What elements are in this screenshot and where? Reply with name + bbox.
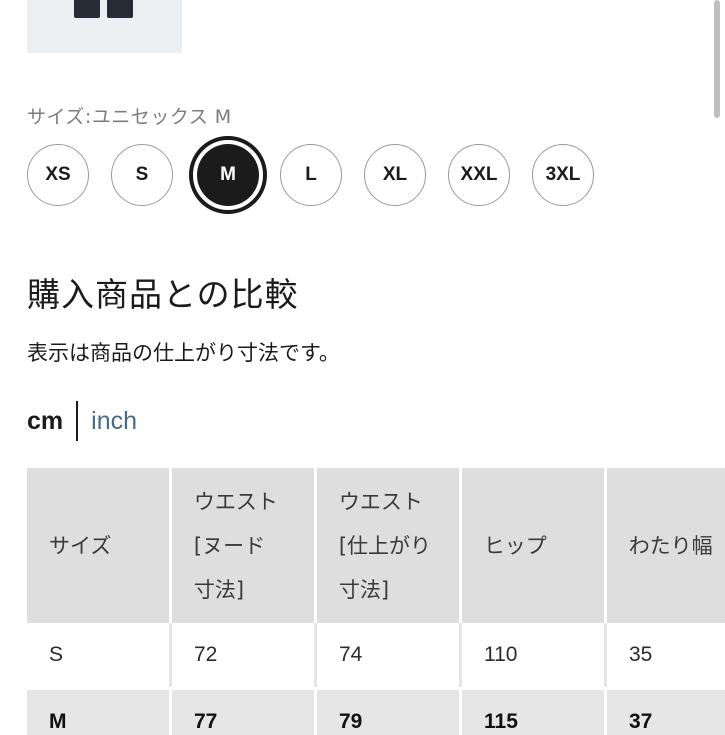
size-comparison-table: サイズ ウエスト [ヌード 寸法] ウエスト [仕上がり 寸法] ヒップ わたり… <box>27 468 725 735</box>
cell-thigh-width: 35 <box>607 623 725 687</box>
scrollbar[interactable] <box>714 0 720 118</box>
cell-waist-nude: 77 <box>172 690 317 735</box>
unit-divider <box>76 401 79 441</box>
unit-cm-button[interactable]: cm <box>27 407 63 436</box>
header-thigh-width: わたり幅 <box>606 468 725 623</box>
header-waist-nude: ウエスト [ヌード 寸法] <box>171 468 314 623</box>
product-thumbnail[interactable] <box>27 0 182 53</box>
unit-inch-link[interactable]: inch <box>91 407 137 436</box>
header-hip: ヒップ <box>461 468 604 623</box>
cell-waist-finished: 74 <box>317 623 462 687</box>
size-chip-xxl[interactable]: XXL <box>448 144 510 206</box>
cell-size: M <box>27 690 172 735</box>
table-header-row: サイズ ウエスト [ヌード 寸法] ウエスト [仕上がり 寸法] ヒップ わたり… <box>27 468 725 623</box>
comparison-note: 表示は商品の仕上がり寸法です。 <box>27 341 340 365</box>
size-chip-xs[interactable]: XS <box>27 144 89 206</box>
size-chip-m-label: M <box>197 144 259 206</box>
size-chip-s[interactable]: S <box>111 144 173 206</box>
table-row: S 72 74 110 35 <box>27 623 725 687</box>
cell-thigh-width: 37 <box>607 690 725 735</box>
cell-waist-nude: 72 <box>172 623 317 687</box>
cell-size: S <box>27 623 172 687</box>
cell-waist-finished: 79 <box>317 690 462 735</box>
size-chip-m[interactable]: M <box>189 136 267 214</box>
size-label: サイズ:ユニセックス M <box>27 106 232 128</box>
header-waist-finished: ウエスト [仕上がり 寸法] <box>316 468 459 623</box>
shorts-image <box>74 0 134 18</box>
comparison-title: 購入商品との比較 <box>27 275 299 314</box>
size-options: XS S M L XL XXL 3XL <box>27 136 607 214</box>
header-size: サイズ <box>27 468 169 623</box>
size-chip-l[interactable]: L <box>280 144 342 206</box>
cell-hip: 110 <box>462 623 607 687</box>
cell-hip: 115 <box>462 690 607 735</box>
table-row-selected: M 77 79 115 37 <box>27 690 725 735</box>
size-chip-xl[interactable]: XL <box>364 144 426 206</box>
size-chip-3xl[interactable]: 3XL <box>532 144 594 206</box>
unit-toggle: cm inch <box>27 400 137 442</box>
